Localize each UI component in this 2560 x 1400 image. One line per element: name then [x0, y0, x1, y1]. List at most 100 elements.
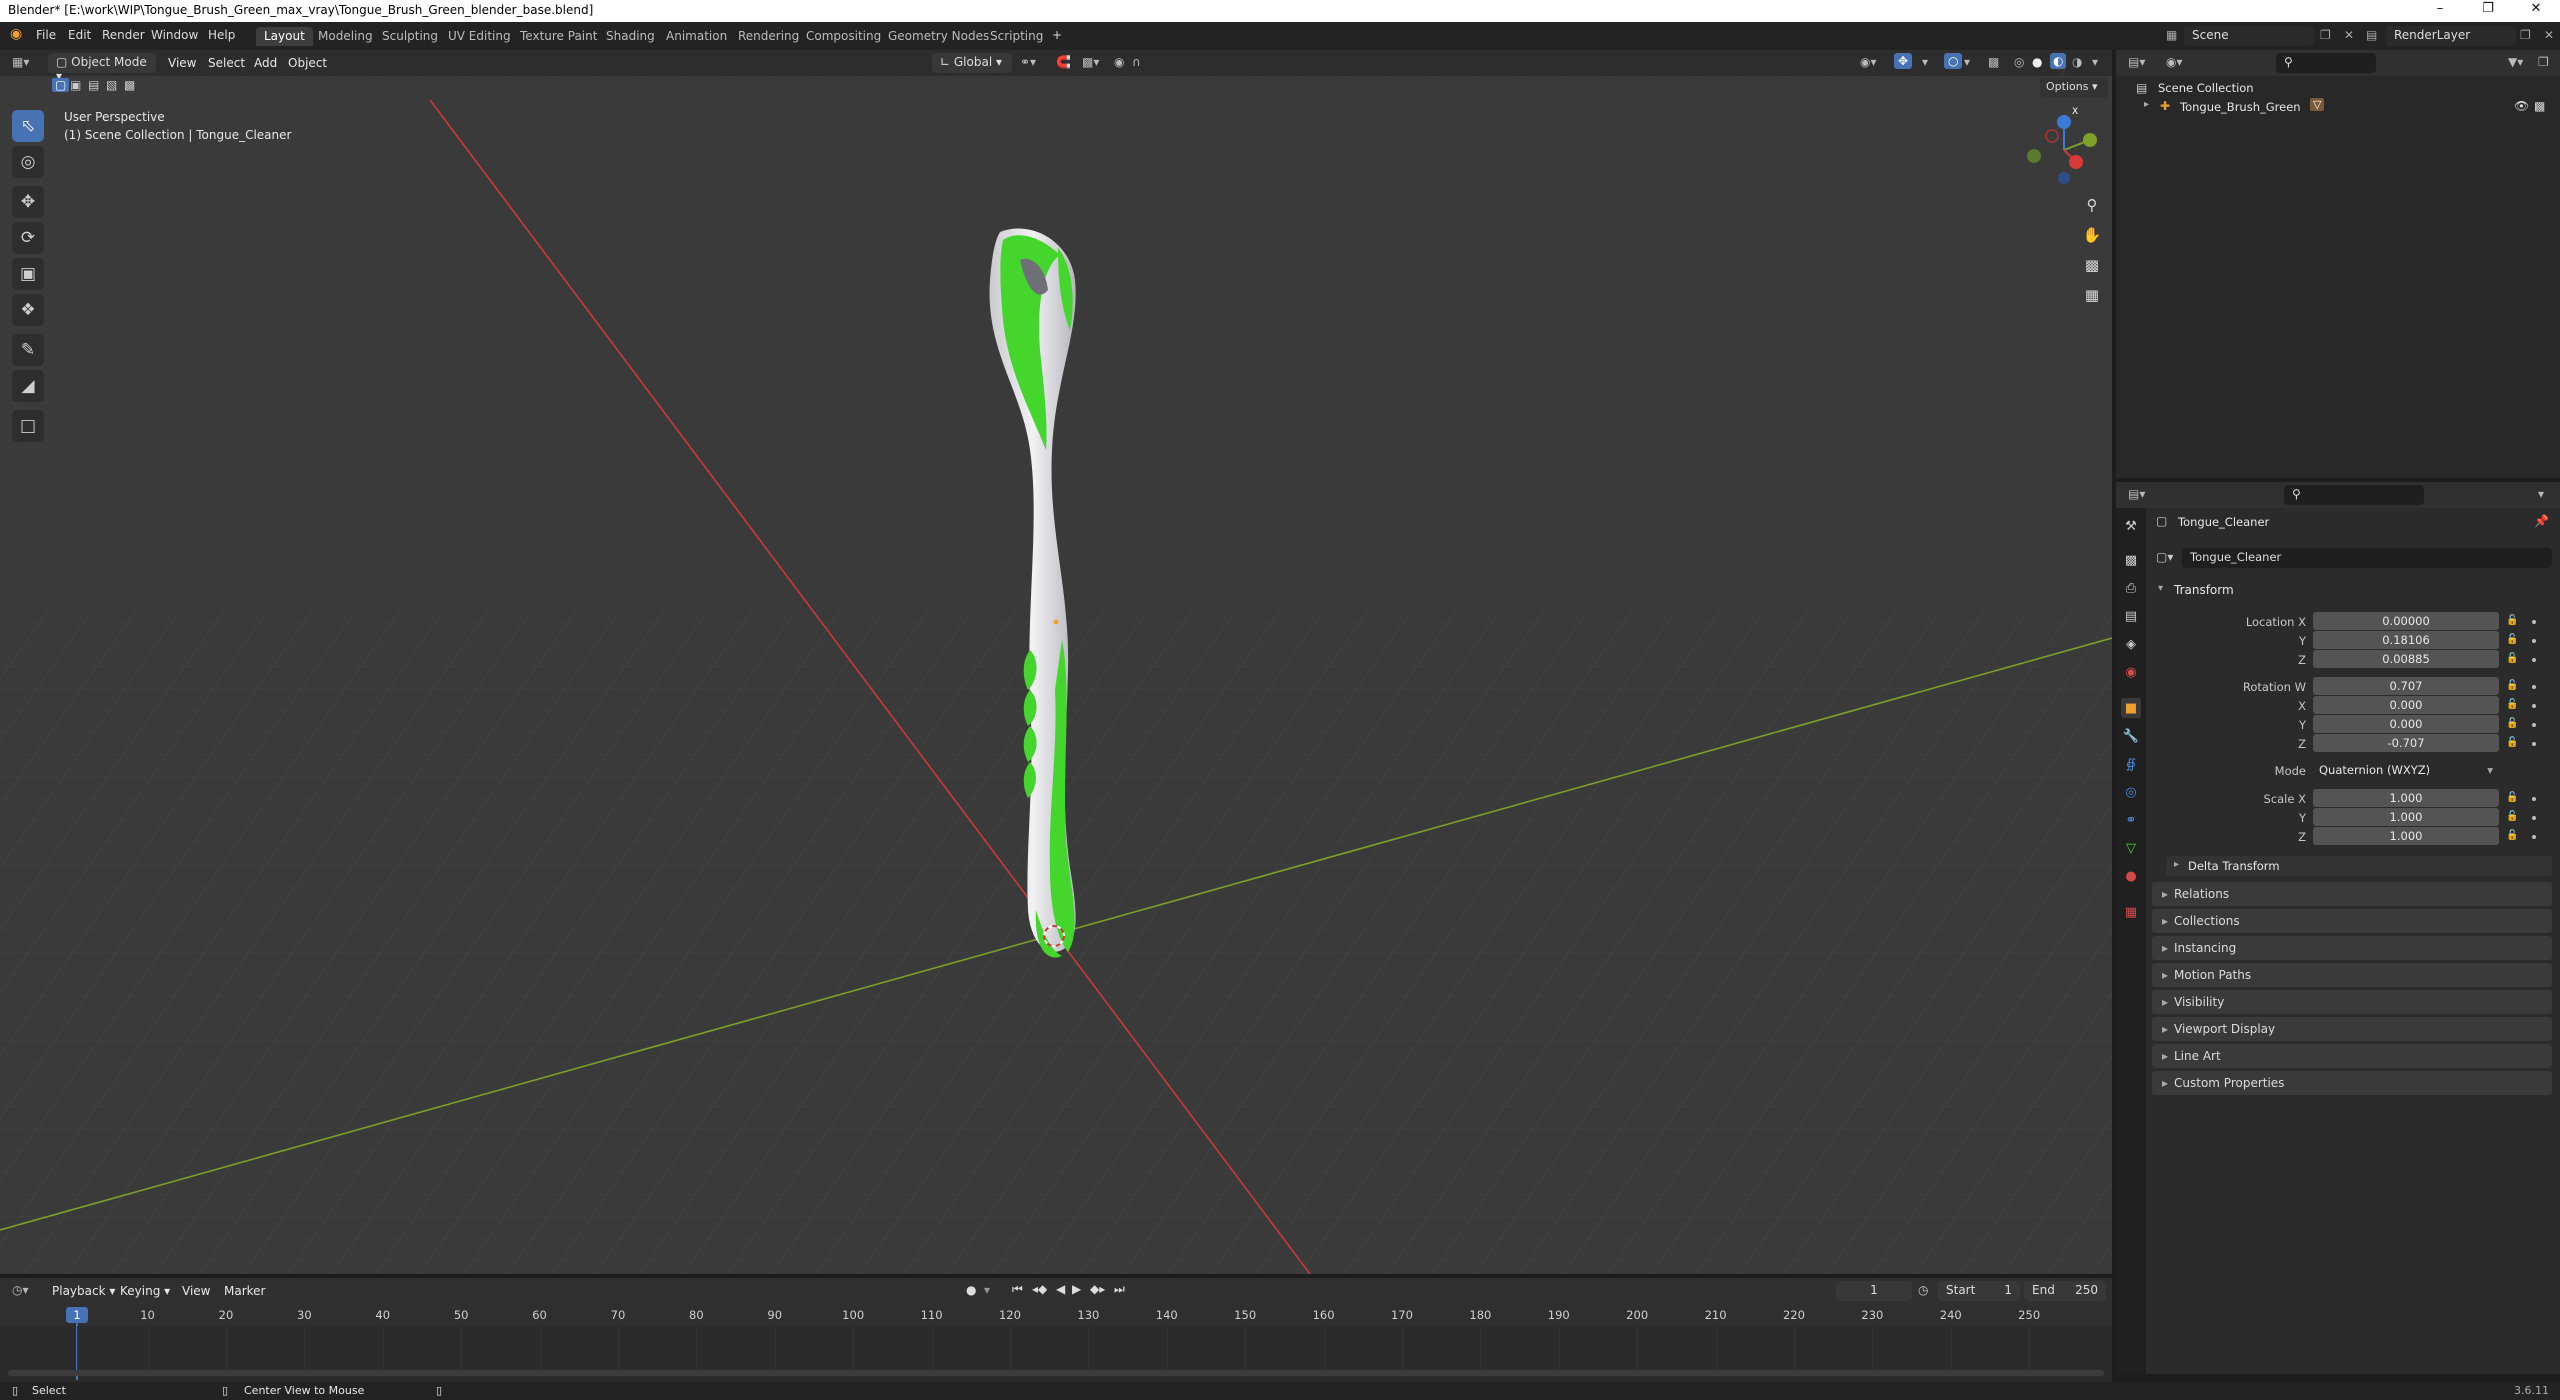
outliner-row-scene-collection[interactable]: ▤ Scene Collection [2136, 80, 2556, 98]
snap-target-icon[interactable]: ▩▾ [1082, 55, 1099, 69]
move-tool-icon[interactable]: ✥ [12, 186, 44, 218]
keyframe-dot[interactable] [2532, 658, 2536, 662]
overlay-toggle-icon[interactable]: ○ [1944, 53, 1963, 69]
keyframe-dot[interactable] [2532, 742, 2536, 746]
visibility-eye-icon[interactable]: 👁 [2514, 99, 2529, 113]
display-mode-icon[interactable]: ◉▾ [2166, 55, 2183, 69]
tab-layout[interactable]: Layout [256, 27, 313, 46]
data-tab-icon[interactable]: ▽ [2121, 838, 2141, 858]
custom-properties-panel-header[interactable]: ▸ Custom Properties [2152, 1071, 2552, 1095]
timeline-editor-type-icon[interactable]: ◷▾ [12, 1283, 29, 1297]
location-x-field[interactable]: 0.00000 [2313, 612, 2499, 630]
physics-tab-icon[interactable]: ◎ [2121, 782, 2141, 802]
select-intersect-icon[interactable]: ▩ [124, 78, 135, 92]
lock-icon[interactable]: 🔓 [2506, 718, 2518, 729]
rotate-tool-icon[interactable]: ⟳ [12, 222, 44, 254]
pan-hand-icon[interactable]: ✋ [2079, 222, 2105, 248]
object-tab-icon[interactable]: ■ [2121, 698, 2141, 718]
tab-geometry-nodes[interactable]: Geometry Nodes [880, 27, 997, 46]
tab-sculpting[interactable]: Sculpting [374, 27, 446, 46]
select-subtract-icon[interactable]: ▤ [88, 78, 99, 92]
keyframe-dot[interactable] [2532, 797, 2536, 801]
mode-selector[interactable]: ▢ Object Mode ▾ [48, 53, 156, 83]
location-y-field[interactable]: 0.18106 [2313, 631, 2499, 649]
lock-icon[interactable]: 🔓 [2506, 615, 2518, 626]
view-layer-selector[interactable]: RenderLayer [2386, 26, 2516, 46]
preview-range-icon[interactable]: ◷ [1918, 1283, 1928, 1297]
viewport-menu-add[interactable]: Add [254, 56, 277, 70]
keyframe-dot[interactable] [2532, 816, 2536, 820]
keyframe-dot[interactable] [2532, 835, 2536, 839]
lock-icon[interactable]: 🔓 [2506, 830, 2518, 841]
add-workspace-button[interactable]: + [1052, 28, 1062, 42]
add-cube-tool-icon[interactable]: □ [12, 410, 44, 442]
rotation-y-field[interactable]: 0.000 [2313, 715, 2499, 733]
timeline-menu-marker[interactable]: Marker [224, 1284, 265, 1298]
viewport-menu-select[interactable]: Select [208, 56, 245, 70]
outliner-search-input[interactable]: ⚲ [2276, 53, 2376, 73]
properties-search-input[interactable]: ⚲ [2284, 485, 2424, 505]
transform-panel-header[interactable]: ▾ Transform [2152, 578, 2552, 602]
delete-view-layer-icon[interactable]: ✕ [2544, 28, 2554, 42]
visibility-icon[interactable]: ◉▾ [1860, 55, 1877, 69]
play-icon[interactable]: ▶ [1072, 1282, 1081, 1296]
lock-icon[interactable]: 🔓 [2506, 680, 2518, 691]
timeline-menu-keying[interactable]: Keying ▾ [120, 1284, 170, 1298]
expand-arrow-icon[interactable]: ▸ [2144, 99, 2149, 110]
tab-texture-paint[interactable]: Texture Paint [512, 27, 605, 46]
gizmo-dropdown-icon[interactable]: ▾ [1922, 55, 1928, 69]
close-icon[interactable]: ✕ [2516, 1, 2556, 16]
viewport-display-panel-header[interactable]: ▸ Viewport Display [2152, 1017, 2552, 1041]
timeline-menu-view[interactable]: View [182, 1284, 210, 1298]
viewport-menu-view[interactable]: View [168, 56, 196, 70]
jump-start-icon[interactable]: ⏮ [1012, 1282, 1023, 1297]
constraints-tab-icon[interactable]: ⚭ [2121, 810, 2141, 830]
lock-icon[interactable]: 🔓 [2506, 634, 2518, 645]
texture-tab-icon[interactable]: ▦ [2121, 902, 2141, 922]
jump-end-icon[interactable]: ⏭ [1114, 1282, 1125, 1297]
tab-uv-editing[interactable]: UV Editing [440, 27, 519, 46]
delta-transform-subpanel[interactable]: ▸ Delta Transform [2166, 856, 2552, 876]
menu-help[interactable]: Help [208, 28, 235, 42]
material-preview-shading-icon[interactable]: ◐ [2050, 53, 2067, 69]
shading-dropdown-icon[interactable]: ▾ [2092, 55, 2098, 69]
editor-type-icon[interactable]: ▦▾ [12, 55, 29, 69]
minimize-icon[interactable]: – [2420, 1, 2460, 16]
menu-file[interactable]: File [36, 28, 56, 42]
instancing-panel-header[interactable]: ▸ Instancing [2152, 936, 2552, 960]
pivot-point-icon[interactable]: ⚭▾ [1020, 55, 1036, 69]
motion-paths-panel-header[interactable]: ▸ Motion Paths [2152, 963, 2552, 987]
filter-icon[interactable]: ▼▾ [2508, 55, 2523, 69]
tab-animation[interactable]: Animation [658, 27, 735, 46]
rotation-w-field[interactable]: 0.707 [2313, 677, 2499, 695]
mesh-data-icon[interactable]: ▽ [2310, 98, 2325, 111]
overlay-dropdown-icon[interactable]: ▾ [1964, 55, 1970, 69]
keyframe-dot[interactable] [2532, 639, 2536, 643]
options-dropdown[interactable]: Options ▾ [2040, 78, 2108, 98]
next-keyframe-icon[interactable]: ◆▸ [1090, 1282, 1105, 1296]
select-new-icon[interactable]: ▢ [52, 78, 70, 92]
properties-options-icon[interactable]: ▾ [2538, 487, 2544, 501]
record-icon[interactable]: ● [966, 1283, 976, 1297]
menu-render[interactable]: Render [102, 28, 145, 42]
rotation-z-field[interactable]: -0.707 [2313, 734, 2499, 752]
lock-icon[interactable]: 🔓 [2506, 792, 2518, 803]
keyframe-dot[interactable] [2532, 723, 2536, 727]
viewport-canvas[interactable] [0, 50, 2112, 1274]
lock-icon[interactable]: 🔓 [2506, 737, 2518, 748]
properties-editor-type-icon[interactable]: ▤▾ [2128, 487, 2145, 501]
keyframe-dot[interactable] [2532, 685, 2536, 689]
modifier-tab-icon[interactable]: 🔧 [2121, 726, 2141, 746]
perspective-toggle-icon[interactable]: ▦ [2079, 282, 2105, 308]
proportional-edit-icon[interactable]: ◉ [1114, 55, 1124, 69]
auto-keying-dropdown-icon[interactable]: ▾ [984, 1283, 990, 1297]
restore-icon[interactable]: ❐ [2468, 1, 2508, 16]
output-tab-icon[interactable]: ⎙ [2121, 578, 2141, 598]
measure-tool-icon[interactable]: ◢ [12, 370, 44, 402]
render-camera-icon[interactable]: ▩ [2534, 99, 2545, 113]
rotation-mode-dropdown[interactable]: Quaternion (WXYZ) ▾ [2313, 761, 2499, 779]
tab-shading[interactable]: Shading [598, 27, 663, 46]
lock-icon[interactable]: 🔓 [2506, 811, 2518, 822]
line-art-panel-header[interactable]: ▸ Line Art [2152, 1044, 2552, 1068]
scale-z-field[interactable]: 1.000 [2313, 827, 2499, 845]
